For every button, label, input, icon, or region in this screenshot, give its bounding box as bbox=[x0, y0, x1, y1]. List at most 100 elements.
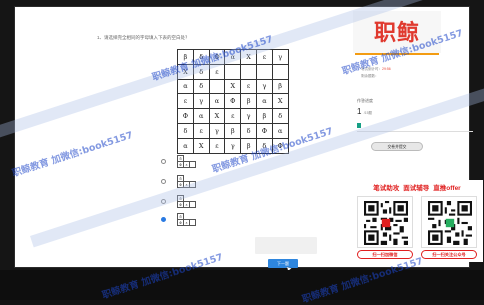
grid-cell: δ bbox=[271, 108, 289, 124]
grid-cell: δ bbox=[240, 122, 257, 139]
option-cell bbox=[189, 161, 196, 168]
next-question-button[interactable]: 下一题 bbox=[268, 259, 298, 268]
option-c[interactable]: δΦε bbox=[177, 195, 196, 208]
grid-cell: γ bbox=[192, 93, 210, 110]
promo-title-part: 面试辅导 bbox=[403, 185, 430, 192]
qr-card-wechat bbox=[357, 196, 413, 248]
grid-cell: ε bbox=[224, 108, 242, 124]
grid-cell: γ bbox=[208, 122, 226, 139]
option-row: Φε bbox=[177, 161, 196, 168]
grid-cell: α bbox=[177, 137, 194, 154]
grid-cell: Φ bbox=[255, 122, 273, 139]
option-a-radio[interactable] bbox=[161, 159, 166, 164]
progress-current: 1 bbox=[357, 107, 362, 116]
grid-cell: Φ bbox=[271, 137, 289, 154]
grid-row: βδΦαΧεγ bbox=[177, 49, 289, 65]
progress-label: 作答进度 bbox=[357, 98, 373, 103]
promo-title-part: 直推offer bbox=[433, 185, 461, 192]
progress-count: 1 /15题 bbox=[357, 107, 372, 116]
progress-total: /15题 bbox=[363, 111, 373, 115]
grid-cell: γ bbox=[224, 137, 242, 154]
grid-cell: Χ bbox=[271, 93, 289, 110]
promo-banner: 笔试助攻 面试辅导 直推offer 扫一扫加微信 扫一扫关注公众号 bbox=[351, 180, 483, 262]
grid-cell: α bbox=[208, 93, 226, 110]
screen-recording: 1、请选择完全相同的字母填入下表的空白处？ βδΦαΧεγΧδεαδΧεγβεγ… bbox=[0, 0, 484, 305]
option-c-radio[interactable] bbox=[161, 199, 166, 204]
grid-row: εγαΦβαΧ bbox=[177, 93, 289, 110]
grid-cell: ε bbox=[177, 93, 194, 110]
promo-title-part: 笔试助攻 bbox=[373, 185, 400, 192]
option-a[interactable]: δΦε bbox=[177, 155, 196, 168]
grid-row: ΦαΧεγβδ bbox=[177, 108, 289, 124]
option-d-radio[interactable] bbox=[161, 217, 166, 222]
grid-row: αΧεγβδΦ bbox=[177, 137, 289, 154]
grid-row: δεγβδΦα bbox=[177, 122, 289, 139]
option-row: Φε bbox=[177, 201, 196, 208]
answer-area bbox=[255, 237, 317, 254]
grid-cell bbox=[208, 78, 226, 95]
grid-cell bbox=[271, 63, 289, 80]
option-cell bbox=[189, 201, 196, 208]
grid-row: Χδε bbox=[177, 63, 289, 80]
question-title: 1、请选择完全相同的字母填入下表的空白处？ bbox=[97, 35, 190, 40]
grid-cell: β bbox=[224, 122, 242, 139]
grid-cell: α bbox=[271, 122, 289, 139]
qr-code-icon bbox=[428, 201, 472, 245]
grid-cell: β bbox=[271, 78, 289, 95]
grid-cell: δ bbox=[192, 49, 210, 65]
remaining-info: 剩余题数： bbox=[361, 74, 379, 78]
countdown-label: 笔试倒计时： bbox=[361, 67, 382, 71]
qr-label-wechat: 扫一扫加微信 bbox=[357, 250, 413, 259]
promo-title: 笔试助攻 面试辅导 直推offer bbox=[351, 182, 483, 194]
option-d[interactable]: δΦε bbox=[177, 213, 196, 226]
grid-row: αδΧεγβ bbox=[177, 78, 289, 95]
option-cell bbox=[189, 181, 196, 188]
logo-underline bbox=[355, 53, 439, 55]
grid-cell: α bbox=[177, 78, 194, 95]
grid-cell: α bbox=[255, 93, 273, 110]
brand-logo: 职鲸 bbox=[353, 11, 441, 53]
countdown-info: 笔试倒计时：29:56 bbox=[361, 67, 391, 72]
option-cell bbox=[189, 219, 196, 226]
option-b-radio[interactable] bbox=[161, 179, 166, 184]
grid-cell: Χ bbox=[208, 108, 226, 124]
grid-cell: Φ bbox=[208, 49, 226, 65]
grid-cell bbox=[224, 63, 242, 80]
divider bbox=[357, 131, 473, 132]
grid-cell: Φ bbox=[224, 93, 242, 110]
qr-code-icon bbox=[364, 201, 408, 245]
qr-card-official bbox=[421, 196, 477, 248]
qr-label-official: 扫一扫关注公众号 bbox=[421, 250, 477, 259]
video-bottom-bar bbox=[0, 270, 484, 300]
option-row: Φε bbox=[177, 181, 196, 188]
exam-window: 1、请选择完全相同的字母填入下表的空白处？ βδΦαΧεγΧδεαδΧεγβεγ… bbox=[14, 6, 483, 273]
grid-cell bbox=[240, 63, 257, 80]
grid-cell: δ bbox=[255, 137, 273, 154]
option-b[interactable]: δΦε bbox=[177, 175, 196, 188]
question-pane: 1、请选择完全相同的字母填入下表的空白处？ βδΦαΧεγΧδεαδΧεγβεγ… bbox=[75, 15, 345, 273]
grid-cell: β bbox=[177, 49, 194, 65]
option-row: Φε bbox=[177, 219, 196, 226]
grid-cell: α bbox=[192, 108, 210, 124]
progress-bar bbox=[357, 123, 361, 128]
grid-cell: δ bbox=[192, 63, 210, 80]
submit-button[interactable]: 交卷并提交 bbox=[371, 142, 423, 151]
sidebar: 职鲸 笔试倒计时：29:56 剩余题数： 作答进度 1 /15题 交卷并提交 笔… bbox=[333, 7, 483, 269]
grid-cell: β bbox=[240, 137, 257, 154]
countdown-time: 29:56 bbox=[382, 67, 391, 71]
logo-text: 职鲸 bbox=[373, 20, 420, 45]
grid-cell: ε bbox=[255, 49, 273, 65]
grid-cell: γ bbox=[255, 78, 273, 95]
grid-cell: Χ bbox=[177, 63, 194, 80]
grid-cell: δ bbox=[177, 122, 194, 139]
grid-cell: Χ bbox=[192, 137, 210, 154]
grid-cell: Φ bbox=[177, 108, 194, 124]
grid-cell: α bbox=[224, 49, 242, 65]
grid-cell: ε bbox=[208, 137, 226, 154]
grid-cell: ε bbox=[192, 122, 210, 139]
grid-cell: ε bbox=[240, 78, 257, 95]
grid-cell: ε bbox=[208, 63, 226, 80]
grid-cell bbox=[255, 63, 273, 80]
grid-cell: β bbox=[240, 93, 257, 110]
grid-cell: γ bbox=[240, 108, 257, 124]
